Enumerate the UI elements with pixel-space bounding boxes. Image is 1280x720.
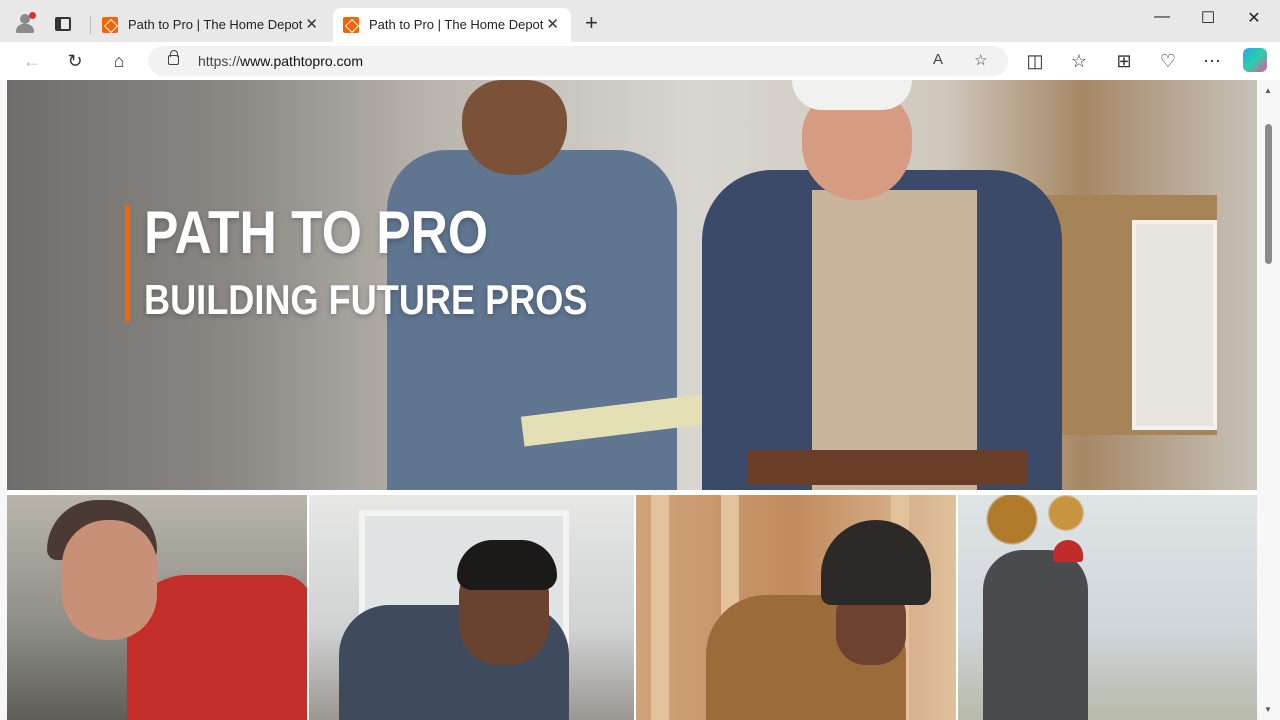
tab-title: Path to Pro | The Home Depot	[128, 17, 303, 32]
tab-separator	[90, 16, 91, 34]
hero-banner: PATH TO PRO BUILDING FUTURE PROS	[7, 80, 1257, 490]
hero-person-right-shirt	[812, 190, 977, 490]
profile-icon[interactable]	[14, 12, 36, 34]
split-screen-icon[interactable]: ◫	[1023, 50, 1047, 72]
home-depot-favicon-icon	[343, 17, 359, 33]
photo-grid	[7, 495, 1257, 720]
worker-hardhat-framing-photo	[636, 495, 956, 720]
page-viewport: PATH TO PRO BUILDING FUTURE PROS	[7, 80, 1257, 720]
new-tab-button[interactable]: +	[585, 10, 598, 36]
back-icon[interactable]: ←	[20, 50, 44, 72]
home-icon[interactable]: ⌂	[107, 50, 131, 72]
tab-active[interactable]: Path to Pro | The Home Depot ✕	[333, 8, 571, 42]
read-aloud-icon[interactable]: A	[933, 51, 943, 68]
more-icon[interactable]: ⋯	[1200, 50, 1224, 72]
background-doorway	[1132, 220, 1217, 430]
tab-close-icon[interactable]: ✕	[546, 15, 559, 33]
page-scrollbar[interactable]: ▲ ▼	[1259, 80, 1280, 720]
maximize-button[interactable]: ☐	[1193, 8, 1223, 28]
title-bar: Path to Pro | The Home Depot ✕ Path to P…	[0, 0, 1280, 42]
worker-red-shirt-photo	[7, 495, 307, 720]
hero-person-left-head	[462, 80, 567, 175]
refresh-icon[interactable]: ↻	[63, 50, 87, 72]
scroll-down-arrow-icon[interactable]: ▼	[1264, 705, 1272, 714]
scrollbar-thumb[interactable]	[1265, 124, 1272, 264]
lock-icon[interactable]	[168, 50, 179, 65]
performance-icon[interactable]: ♡	[1156, 50, 1180, 72]
close-window-button[interactable]: ✕	[1239, 8, 1269, 28]
worker-outdoor-shovel-photo	[958, 495, 1257, 720]
tool-belt	[747, 450, 1027, 485]
title-accent-bar	[125, 205, 130, 322]
url-text[interactable]: https://www.pathtopro.com	[198, 53, 363, 69]
hard-hat	[792, 80, 912, 110]
minimize-button[interactable]: —	[1147, 8, 1177, 26]
tab-close-icon[interactable]: ✕	[305, 15, 318, 33]
tab-title: Path to Pro | The Home Depot	[369, 17, 544, 32]
worker-headphones-drafting-photo	[309, 495, 634, 720]
favorite-star-icon[interactable]: ☆	[974, 51, 987, 69]
hero-subtitle: BUILDING FUTURE PROS	[144, 276, 588, 323]
tab-actions-icon[interactable]	[55, 17, 71, 31]
address-bar[interactable]: https://www.pathtopro.com A ☆	[148, 46, 1008, 76]
home-depot-favicon-icon	[102, 17, 118, 33]
favorites-icon[interactable]: ☆	[1067, 50, 1091, 72]
browser-toolbar: ← ↻ ⌂ https://www.pathtopro.com A ☆ ◫ ☆ …	[0, 42, 1280, 80]
tab-inactive[interactable]: Path to Pro | The Home Depot ✕	[92, 8, 330, 42]
collections-icon[interactable]: ⊞	[1112, 50, 1136, 72]
scroll-up-arrow-icon[interactable]: ▲	[1264, 86, 1272, 95]
copilot-icon[interactable]	[1243, 48, 1267, 72]
hero-title: PATH TO PRO	[144, 199, 489, 266]
